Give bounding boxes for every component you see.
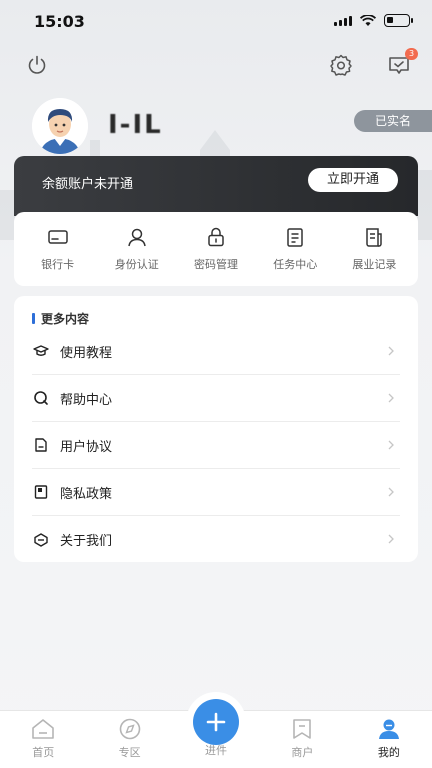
avatar[interactable] bbox=[32, 98, 88, 154]
graduation-cap-icon bbox=[33, 345, 49, 356]
more-content-card: 更多内容 使用教程 帮助中心 用户协议 隐私政策 关于我们 bbox=[14, 296, 418, 562]
record-icon bbox=[366, 228, 383, 247]
power-icon bbox=[28, 55, 46, 74]
document-icon bbox=[35, 438, 47, 452]
more-content-title: 更多内容 bbox=[32, 310, 89, 327]
tab-mine[interactable]: 我的 bbox=[346, 711, 432, 768]
tab-zone[interactable]: 专区 bbox=[86, 711, 172, 768]
home-icon bbox=[32, 719, 55, 739]
gear-icon bbox=[330, 54, 352, 76]
tab-label: 商户 bbox=[291, 746, 314, 759]
tab-merchant[interactable]: 商户 bbox=[259, 711, 345, 768]
list-item-label: 用户协议 bbox=[60, 439, 113, 455]
quick-menu: 银行卡 身份认证 密码管理 任务中心 展业记录 bbox=[14, 212, 418, 286]
chevron-right-icon bbox=[388, 346, 394, 356]
privacy-icon bbox=[34, 485, 48, 499]
quick-item-label: 密码管理 bbox=[194, 258, 238, 271]
tab-label: 我的 bbox=[377, 746, 400, 759]
messages-button[interactable]: 3 bbox=[384, 48, 418, 80]
tab-label: 首页 bbox=[32, 746, 55, 759]
status-icons bbox=[334, 14, 413, 27]
power-button[interactable] bbox=[22, 50, 52, 80]
message-badge: 3 bbox=[405, 48, 418, 60]
fab-circle bbox=[193, 699, 239, 745]
quick-item-label: 任务中心 bbox=[273, 258, 318, 271]
signal-icon bbox=[334, 15, 352, 26]
chevron-right-icon bbox=[388, 440, 394, 450]
compass-icon bbox=[119, 718, 140, 740]
chevron-right-icon bbox=[388, 487, 394, 497]
quick-item-password[interactable]: 密码管理 bbox=[176, 226, 255, 272]
plus-icon bbox=[206, 712, 226, 732]
profile-icon bbox=[378, 719, 399, 739]
list-item-about-us[interactable]: 关于我们 bbox=[32, 516, 400, 563]
help-icon bbox=[34, 391, 48, 405]
more-content-list: 使用教程 帮助中心 用户协议 隐私政策 关于我们 bbox=[32, 328, 400, 563]
list-item-privacy-policy[interactable]: 隐私政策 bbox=[32, 469, 400, 516]
list-item-label: 关于我们 bbox=[60, 534, 113, 549]
balance-status-text: 余额账户未开通 bbox=[42, 177, 134, 192]
list-item-help-center[interactable]: 帮助中心 bbox=[32, 375, 400, 422]
wifi-icon bbox=[360, 14, 376, 26]
lock-icon bbox=[208, 227, 224, 247]
tab-home[interactable]: 首页 bbox=[0, 711, 86, 768]
settings-button[interactable] bbox=[326, 50, 356, 80]
quick-item-bank-card[interactable]: 银行卡 bbox=[18, 226, 97, 272]
status-bar: 15:03 bbox=[0, 0, 432, 44]
list-item-user-agreement[interactable]: 用户协议 bbox=[32, 422, 400, 469]
identity-icon bbox=[128, 228, 146, 247]
username: I-IL bbox=[108, 110, 163, 140]
open-account-button[interactable]: 立即开通 bbox=[308, 168, 398, 192]
verified-badge: 已实名 bbox=[354, 110, 432, 132]
avatar-illustration bbox=[32, 98, 88, 154]
battery-icon bbox=[384, 14, 413, 27]
list-item-label: 帮助中心 bbox=[60, 392, 113, 408]
list-item-tutorial[interactable]: 使用教程 bbox=[32, 328, 400, 375]
list-item-label: 隐私政策 bbox=[60, 486, 113, 502]
quick-item-records[interactable]: 展业记录 bbox=[335, 226, 414, 272]
tab-label: 专区 bbox=[118, 746, 141, 759]
quick-item-identity[interactable]: 身份认证 bbox=[97, 226, 176, 272]
quick-item-label: 展业记录 bbox=[352, 258, 397, 271]
quick-item-label: 银行卡 bbox=[41, 258, 75, 271]
bank-card-icon bbox=[47, 230, 68, 244]
balance-card: 余额账户未开通 立即开通 bbox=[14, 156, 418, 216]
tab-submit-label: 进件 bbox=[205, 744, 227, 757]
merchant-icon bbox=[293, 719, 312, 739]
list-item-label: 使用教程 bbox=[60, 345, 113, 361]
chevron-right-icon bbox=[388, 534, 394, 544]
quick-item-task-center[interactable]: 任务中心 bbox=[256, 226, 335, 272]
status-time: 15:03 bbox=[34, 12, 85, 31]
task-icon bbox=[287, 228, 303, 247]
chevron-right-icon bbox=[388, 393, 394, 403]
quick-item-label: 身份认证 bbox=[114, 258, 159, 271]
battery-fill bbox=[387, 17, 393, 23]
about-icon bbox=[34, 532, 48, 547]
